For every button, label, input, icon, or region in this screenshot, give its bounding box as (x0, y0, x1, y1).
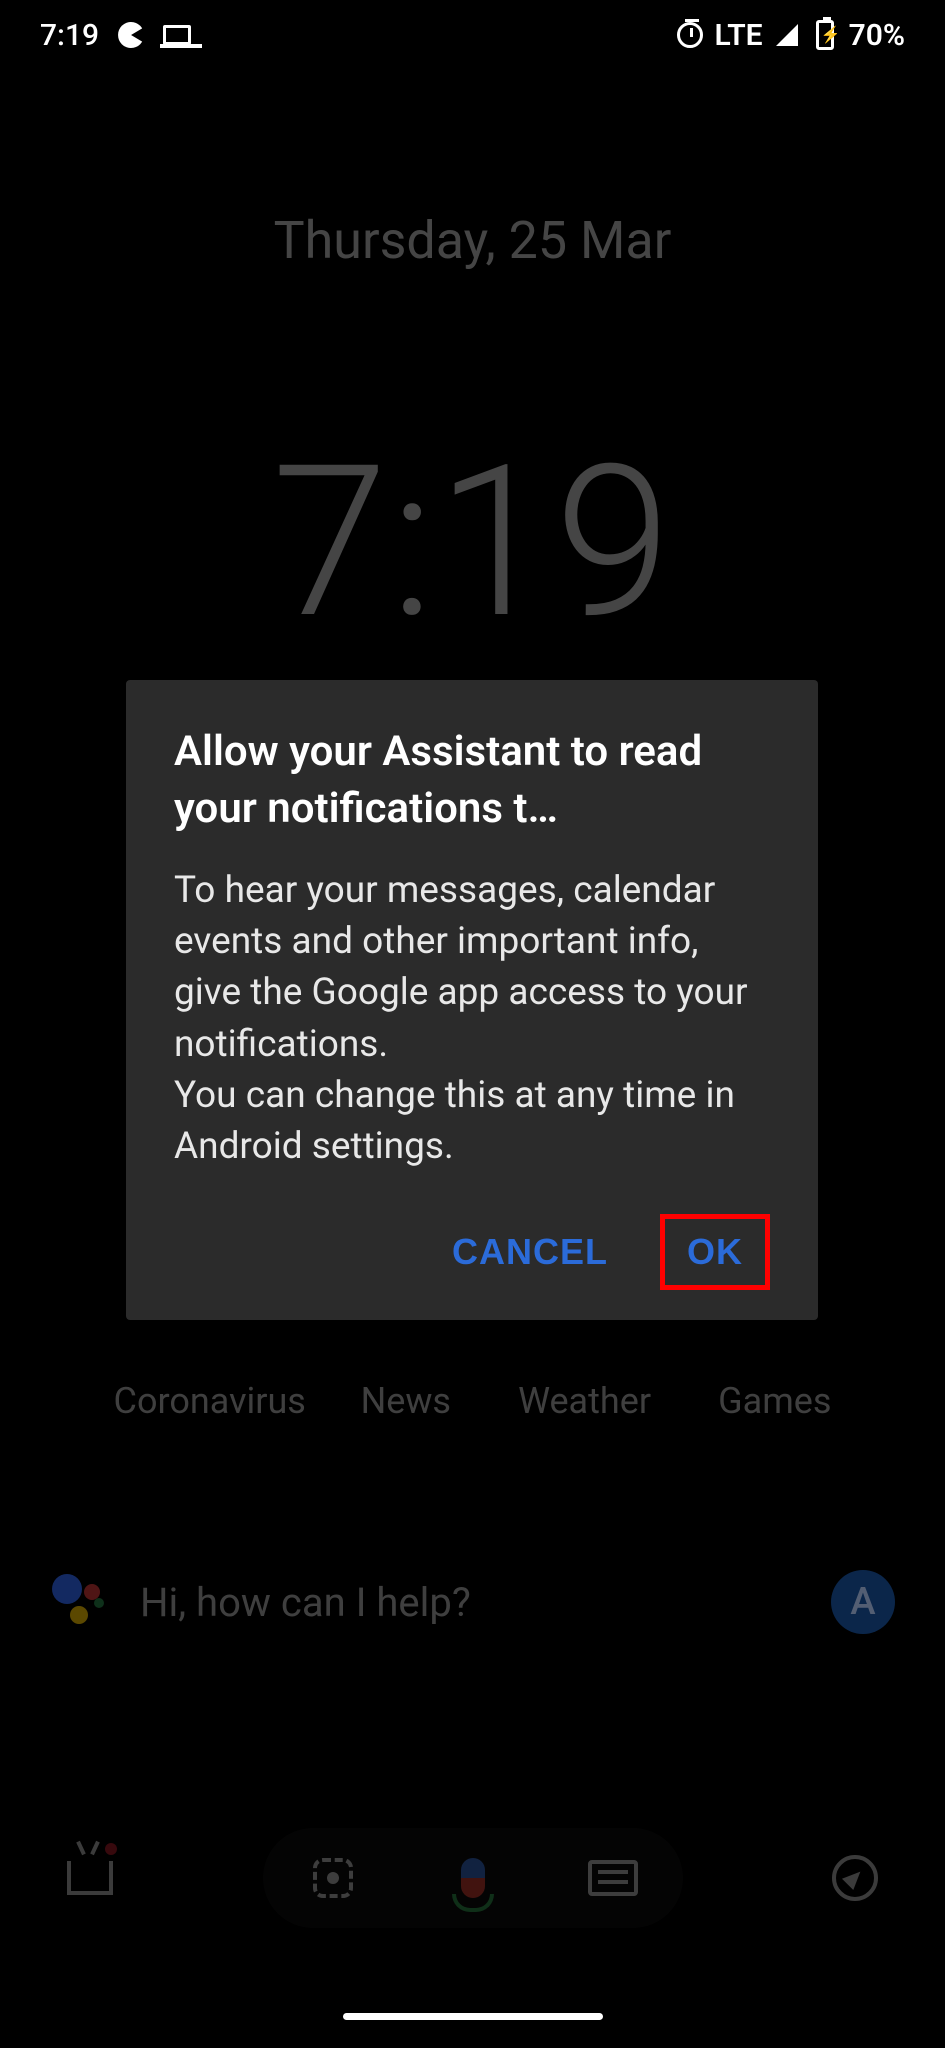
chip-weather[interactable]: Weather (518, 1380, 651, 1423)
dialog-title: Allow your Assistant to read your notifi… (174, 724, 770, 837)
assistant-bar[interactable]: Hi, how can I help? A (50, 1570, 895, 1634)
battery-percent: 70% (849, 18, 905, 53)
signal-icon (773, 21, 801, 49)
cancel-button[interactable]: CANCEL (434, 1217, 626, 1287)
alarm-icon (676, 21, 704, 49)
dialog-body: To hear your messages, calendar events a… (174, 865, 770, 1171)
search-pill[interactable] (263, 1828, 683, 1928)
battery-icon (811, 21, 839, 49)
ok-highlight-box: OK (660, 1214, 770, 1290)
keyboard-icon[interactable] (583, 1848, 643, 1908)
bottom-nav (0, 1828, 945, 1928)
data-saver-icon (117, 21, 145, 49)
profile-avatar[interactable]: A (831, 1570, 895, 1634)
dialog-actions: CANCEL OK (174, 1214, 770, 1290)
suggestion-chips-row: Coronavirus News Weather Games (0, 1380, 945, 1423)
explore-compass-icon[interactable] (825, 1848, 885, 1908)
assistant-logo-icon (50, 1572, 110, 1632)
cast-laptop-icon (163, 21, 191, 49)
chip-coronavirus[interactable]: Coronavirus (114, 1380, 294, 1423)
ok-button[interactable]: OK (679, 1227, 751, 1277)
inbox-icon[interactable] (60, 1848, 120, 1908)
home-clock: 7:19 (0, 420, 945, 666)
assistant-prompt: Hi, how can I help? (140, 1579, 801, 1626)
home-indicator[interactable] (343, 2013, 603, 2020)
lens-icon[interactable] (303, 1848, 363, 1908)
status-time: 7:19 (40, 18, 99, 53)
chip-news[interactable]: News (361, 1380, 451, 1423)
home-date: Thursday, 25 Mar (0, 210, 945, 271)
permission-dialog: Allow your Assistant to read your notifi… (126, 680, 818, 1320)
status-bar: 7:19 LTE 70% (0, 0, 945, 70)
chip-games[interactable]: Games (718, 1380, 831, 1423)
network-type: LTE (714, 18, 762, 53)
mic-icon[interactable] (443, 1848, 503, 1908)
